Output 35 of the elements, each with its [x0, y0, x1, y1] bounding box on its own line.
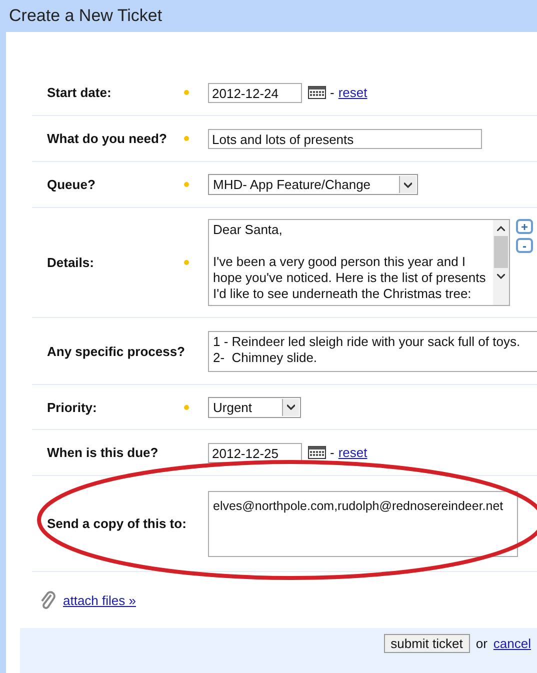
or-text: or [476, 636, 488, 651]
date-field[interactable]: 2012-12-24 [208, 82, 302, 102]
field-label: When is this due? [47, 445, 158, 460]
attach-files-link[interactable]: attach files » [63, 592, 136, 608]
calendar-icon[interactable] [308, 446, 326, 459]
scroll-up-icon[interactable] [497, 226, 505, 230]
text-area[interactable]: Dear Santa, I've been a very good person this year and I hope you've noticed. Here is the list of presents I'd like to see underneath the Christmas tree: [208, 219, 510, 306]
field-label: Details: [47, 255, 94, 270]
paperclip-icon [40, 590, 56, 610]
reset-link[interactable]: reset [338, 445, 368, 460]
reset-link[interactable]: reset [338, 85, 368, 100]
field-label: Queue? [47, 177, 96, 192]
window-title: Create a New Ticket [9, 6, 162, 26]
date-field[interactable]: 2012-12-25 [208, 442, 302, 462]
cancel-link[interactable]: cancel [493, 636, 531, 651]
scroll-down-icon[interactable] [497, 274, 505, 278]
text-area[interactable]: elves@northpole.com,rudolph@rednosereindeer.net [208, 490, 518, 556]
text-area[interactable]: 1 - Reindeer led sleigh ride with your sack full of toys. 2- Chimney slide. [208, 330, 537, 372]
scrollbar[interactable] [493, 220, 509, 305]
dropdown[interactable]: Urgent [208, 396, 301, 418]
field-label: Start date: [47, 85, 112, 100]
caret-icon [404, 182, 412, 188]
resize-button[interactable]: + [516, 219, 533, 234]
field-label: Send a copy of this to: [47, 516, 186, 531]
calendar-icon[interactable] [308, 86, 326, 99]
dropdown[interactable]: MHD- App Feature/Change [208, 174, 418, 195]
caret-icon [287, 404, 295, 410]
submit-button[interactable]: submit ticket [384, 634, 470, 653]
field-label: Any specific process? [47, 344, 185, 358]
text-field[interactable]: Lots and lots of presents [208, 128, 482, 148]
field-label: Priority: [47, 400, 97, 414]
resize-button[interactable]: - [516, 238, 533, 253]
separator-text: - [330, 85, 334, 100]
separator-text: - [330, 445, 334, 460]
field-label: What do you need? [47, 131, 167, 146]
